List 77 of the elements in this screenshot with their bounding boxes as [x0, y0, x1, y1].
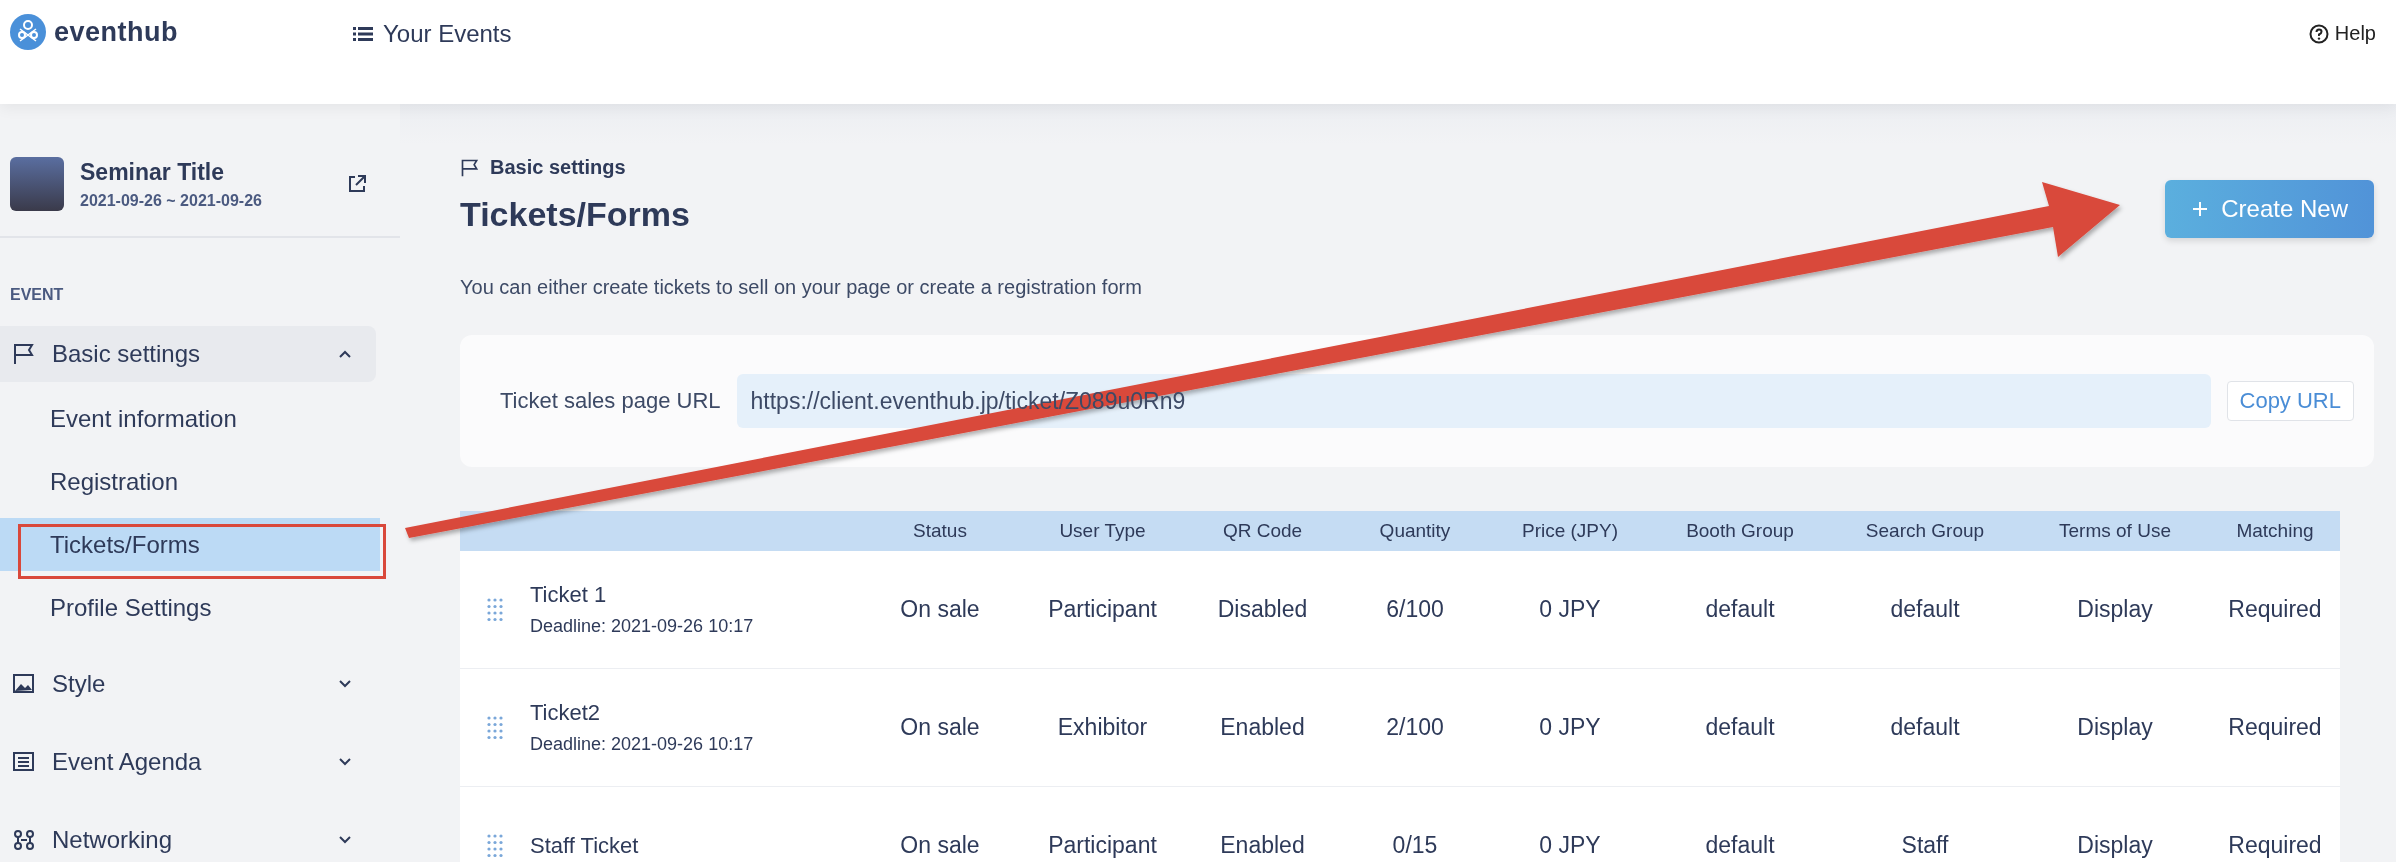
- table-cell-text: Participant: [1047, 832, 1158, 859]
- table-cell-text: default: [1704, 832, 1776, 859]
- table-cell-text: Display: [2076, 832, 2154, 859]
- page-title: Tickets/Forms: [460, 195, 690, 234]
- column-header: Quantity: [1378, 520, 1452, 542]
- sidebar-subitem[interactable]: Tickets/Forms: [0, 518, 380, 571]
- sidebar-subitem[interactable]: Event information: [0, 392, 380, 445]
- chevron-up-icon: [338, 349, 352, 359]
- flag-icon: [460, 157, 480, 178]
- table-cell-text: default: [1889, 714, 1961, 741]
- sidebar-item[interactable]: Networking: [0, 812, 376, 862]
- event-title: Seminar Title: [80, 158, 226, 186]
- page-description: You can either create tickets to sell on your page or create a registration form: [460, 276, 1143, 299]
- table-cell-text: 0 JPY: [1538, 832, 1602, 859]
- ticket-name: Ticket 1: [530, 582, 608, 608]
- list-icon: [12, 751, 36, 773]
- logo-icon: [10, 14, 46, 50]
- table-cell-text: Display: [2076, 596, 2154, 623]
- url-label: Ticket sales page URL: [500, 388, 721, 414]
- external-link-icon[interactable]: [346, 173, 368, 195]
- table-cell-text: On sale: [899, 596, 981, 623]
- sidebar-subitem[interactable]: Profile Settings: [0, 581, 380, 634]
- column-header: Terms of Use: [2058, 520, 2172, 542]
- event-dates: 2021-09-26 ~ 2021-09-26: [80, 191, 263, 210]
- column-header: User Type: [1058, 520, 1147, 542]
- chevron-down-icon: [338, 835, 352, 845]
- logo-text[interactable]: eventhub: [54, 16, 178, 48]
- table-cell-text: Enabled: [1219, 714, 1306, 741]
- ticket-name: Staff Ticket: [530, 832, 640, 859]
- table-cell-text: 0 JPY: [1538, 714, 1602, 741]
- table-cell-text: 0/15: [1391, 832, 1439, 859]
- table-cell-text: default: [1889, 596, 1961, 623]
- ticket-deadline: Deadline: 2021-09-26 10:17: [530, 616, 755, 637]
- flag-icon: [12, 343, 36, 365]
- photo-placeholder: [10, 157, 64, 211]
- table-cell-text: Participant: [1047, 596, 1158, 623]
- ticket-deadline: Deadline: 2021-09-26 10:17: [530, 734, 755, 755]
- table-cell-text: Staff: [1900, 832, 1950, 859]
- your-events-link[interactable]: Your Events: [353, 20, 512, 48]
- sidebar-item[interactable]: Basic settings: [0, 326, 376, 382]
- section-label: EVENT: [10, 286, 65, 304]
- drag-handle-icon[interactable]: [486, 596, 504, 623]
- ticket-name: Ticket2: [530, 700, 602, 726]
- table-cell-text: 0 JPY: [1538, 596, 1602, 623]
- column-header: Price (JPY): [1520, 520, 1620, 542]
- chevron-down-icon: [338, 679, 352, 689]
- column-header: Booth Group: [1685, 520, 1795, 542]
- help-icon: [2308, 23, 2329, 44]
- column-header: Status: [912, 520, 968, 542]
- column-header: Search Group: [1864, 520, 1986, 542]
- table-cell-text: Disabled: [1216, 596, 1309, 623]
- column-header: Matching: [2235, 520, 2315, 542]
- image-icon: [12, 673, 36, 695]
- breadcrumb: Basic settings: [490, 156, 626, 179]
- table-cell-text: default: [1704, 596, 1776, 623]
- network-icon: [12, 829, 36, 851]
- column-header: QR Code: [1221, 520, 1304, 542]
- table-cell-text: On sale: [899, 832, 981, 859]
- table-cell-text: Exhibitor: [1056, 714, 1149, 741]
- list-icon: [353, 26, 373, 42]
- table-cell-text: 2/100: [1385, 714, 1445, 741]
- table-cell-text: Required: [2227, 832, 2323, 859]
- plus-icon: [2191, 200, 2210, 218]
- drag-handle-icon[interactable]: [486, 832, 504, 859]
- chevron-down-icon: [338, 757, 352, 767]
- table-cell-text: Required: [2227, 714, 2323, 741]
- table-cell-text: default: [1704, 714, 1776, 741]
- table-cell-text: Enabled: [1219, 832, 1306, 859]
- sidebar-subitem[interactable]: Registration: [0, 455, 380, 508]
- sidebar-item[interactable]: Style: [0, 656, 376, 712]
- table-cell-text: Required: [2227, 596, 2323, 623]
- sidebar-item[interactable]: Event Agenda: [0, 734, 376, 790]
- help-link[interactable]: Help: [2308, 22, 2376, 45]
- table-cell-text: Display: [2076, 714, 2154, 741]
- table-cell-text: On sale: [899, 714, 981, 741]
- drag-handle-icon[interactable]: [486, 714, 504, 741]
- table-cell-text: 6/100: [1385, 596, 1445, 623]
